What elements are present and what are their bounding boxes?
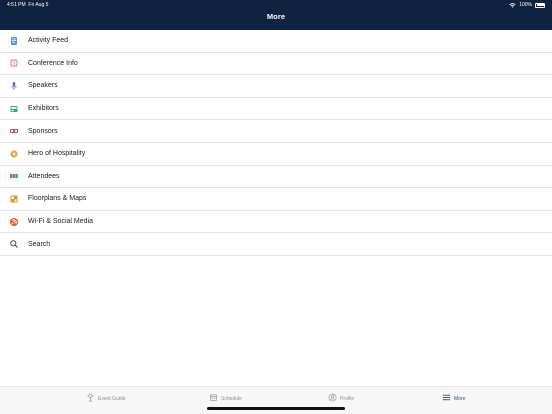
tab-label: More bbox=[454, 395, 466, 402]
wifi-social-icon bbox=[8, 216, 20, 228]
svg-text:i: i bbox=[13, 61, 14, 67]
menu-item-floorplans-maps[interactable]: Floorplans & Maps bbox=[0, 188, 552, 211]
more-menu-list: Activity Feed i Conference Info Speakers Exh… bbox=[0, 30, 552, 256]
tab-label: Schedule bbox=[221, 395, 242, 402]
conference-info-icon: i bbox=[8, 57, 20, 69]
exhibitors-icon bbox=[8, 103, 20, 115]
more-icon bbox=[442, 393, 451, 404]
status-right: 100% bbox=[509, 0, 545, 10]
battery-percent: 100% bbox=[519, 2, 532, 8]
menu-item-sponsors[interactable]: Sponsors bbox=[0, 120, 552, 143]
tab-label: Profile bbox=[340, 395, 355, 402]
menu-item-label: Activity Feed bbox=[28, 37, 69, 45]
menu-item-label: Attendees bbox=[28, 172, 60, 180]
event-guide-icon bbox=[86, 393, 95, 404]
home-indicator bbox=[207, 407, 345, 410]
status-time-text: 4:51 PM bbox=[7, 2, 26, 8]
schedule-icon bbox=[209, 393, 218, 404]
tab-event-guide[interactable]: Event Guide bbox=[86, 393, 126, 404]
tab-label: Event Guide bbox=[98, 395, 126, 402]
menu-item-wi-fi-social-media[interactable]: Wi-Fi & Social Media bbox=[0, 211, 552, 234]
attendees-icon bbox=[8, 170, 20, 182]
menu-item-label: Conference Info bbox=[28, 59, 78, 67]
menu-item-label: Sponsors bbox=[28, 127, 58, 135]
profile-icon bbox=[328, 393, 337, 404]
battery-icon bbox=[535, 2, 545, 8]
menu-item-hero-of-hospitality[interactable]: Hero of Hospitality bbox=[0, 143, 552, 166]
wifi-icon bbox=[509, 2, 516, 8]
menu-item-exhibitors[interactable]: Exhibitors bbox=[0, 98, 552, 121]
status-time: 4:51 PM Fri Aug 5 bbox=[7, 0, 48, 10]
menu-item-label: Speakers bbox=[28, 82, 58, 90]
status-date-text: Fri Aug 5 bbox=[28, 2, 49, 8]
menu-item-label: Floorplans & Maps bbox=[28, 195, 87, 203]
menu-item-speakers[interactable]: Speakers bbox=[0, 75, 552, 98]
menu-item-label: Search bbox=[28, 240, 51, 248]
menu-item-label: Wi-Fi & Social Media bbox=[28, 218, 93, 226]
menu-item-search[interactable]: Search bbox=[0, 233, 552, 256]
speakers-icon bbox=[8, 80, 20, 92]
sponsors-icon bbox=[8, 125, 20, 137]
floorplans-icon bbox=[8, 193, 20, 205]
menu-item-label: Hero of Hospitality bbox=[28, 150, 86, 158]
page-title: More bbox=[266, 12, 286, 21]
tab-profile[interactable]: Profile bbox=[328, 393, 354, 404]
navigation-header: 4:51 PM Fri Aug 5 100% More bbox=[0, 0, 552, 30]
status-bar: 4:51 PM Fri Aug 5 100% bbox=[0, 0, 552, 10]
menu-item-attendees[interactable]: Attendees bbox=[0, 166, 552, 189]
hero-icon bbox=[8, 148, 20, 160]
menu-item-conference-info[interactable]: i Conference Info bbox=[0, 53, 552, 76]
menu-item-label: Exhibitors bbox=[28, 105, 59, 113]
search-icon bbox=[8, 238, 20, 250]
tab-schedule[interactable]: Schedule bbox=[209, 393, 242, 404]
tab-more[interactable]: More bbox=[442, 393, 465, 404]
activity-feed-icon bbox=[8, 35, 20, 47]
menu-item-activity-feed[interactable]: Activity Feed bbox=[0, 30, 552, 53]
